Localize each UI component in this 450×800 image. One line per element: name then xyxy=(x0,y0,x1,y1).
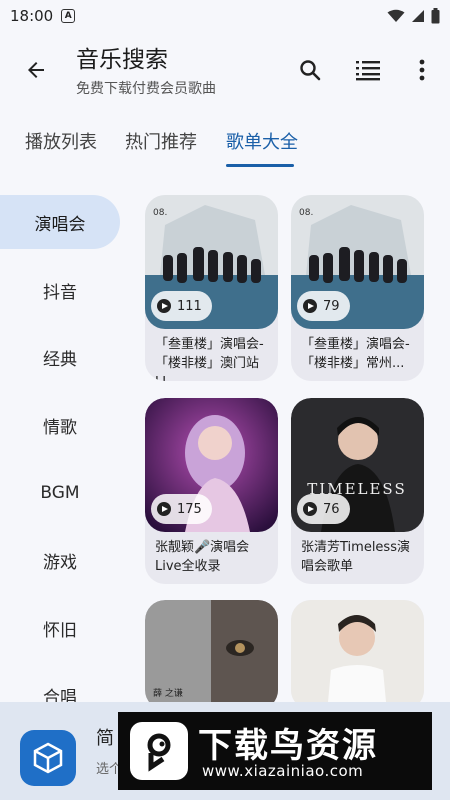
watermark: 下载鸟资源 www.xiazainiao.com xyxy=(118,712,432,790)
tab-playlist[interactable]: 播放列表 xyxy=(25,128,97,154)
bottom-bar-title: 简 xyxy=(96,728,114,749)
category-game[interactable]: 游戏 xyxy=(0,533,120,587)
tab-hot-recommend[interactable]: 热门推荐 xyxy=(125,128,197,154)
signal-icon xyxy=(412,10,424,22)
svg-text:08.: 08. xyxy=(299,208,313,218)
wifi-icon xyxy=(387,9,405,22)
playlist-cover: 175 xyxy=(145,398,278,532)
playlist-title: 「叁重楼」演唱会-「楼非楼」澳门站LI xyxy=(155,337,264,381)
playlist-title: 张靓颖🎤演唱会Live全收录 xyxy=(155,540,250,574)
watermark-title: 下载鸟资源 xyxy=(198,726,378,766)
status-time: 18:00 xyxy=(10,7,54,25)
category-classic[interactable]: 经典 xyxy=(0,330,120,384)
playlist-card[interactable]: 08. 111 「叁重楼」演唱会-「楼非楼」澳门站LI xyxy=(145,195,278,381)
category-sidebar: 演唱会 抖音 经典 情歌 BGM 游戏 怀旧 合唱 xyxy=(0,190,120,710)
search-icon xyxy=(300,60,321,81)
playlist-card[interactable]: 08. 79 「叁重楼」演唱会-「楼非楼」常州... xyxy=(291,195,424,381)
more-options-button[interactable] xyxy=(406,54,438,86)
playlist-card[interactable]: 175 张靓颖🎤演唱会Live全收录 xyxy=(145,398,278,584)
play-icon xyxy=(157,502,171,516)
play-count-badge: 76 xyxy=(297,494,350,524)
play-count: 79 xyxy=(323,298,340,314)
play-icon xyxy=(303,502,317,516)
svg-text:08.: 08. xyxy=(153,208,167,218)
playlist-title: 「叁重楼」演唱会-「楼非楼」常州... xyxy=(301,337,410,371)
svg-text:薛 之谦: 薛 之谦 xyxy=(153,687,183,699)
cube-icon xyxy=(33,742,63,774)
play-icon xyxy=(157,299,171,313)
page-title: 音乐搜索 xyxy=(76,47,168,73)
playlist-cover xyxy=(291,600,424,710)
playlist-cover: 08. 79 xyxy=(291,195,424,329)
playlist-title: 张清芳Timeless演唱会歌单 xyxy=(301,540,410,574)
watermark-url: www.xiazainiao.com xyxy=(202,762,364,780)
playlist-card[interactable] xyxy=(291,600,424,710)
search-button[interactable] xyxy=(294,54,326,86)
playlist-card[interactable]: 薛 之谦 xyxy=(145,600,278,710)
tab-playlist-collection[interactable]: 歌单大全 xyxy=(226,128,298,154)
singer-cover-image xyxy=(291,600,424,710)
battery-icon xyxy=(431,8,440,24)
play-count: 175 xyxy=(177,501,202,517)
tab-bar: 播放列表 热门推荐 歌单大全 xyxy=(0,112,450,168)
play-icon xyxy=(303,299,317,313)
playlist-cover: TIMELESS 76 xyxy=(291,398,424,532)
more-vert-icon xyxy=(419,59,425,81)
category-bgm[interactable]: BGM xyxy=(0,466,120,520)
app-icon xyxy=(20,730,76,786)
bird-logo-icon xyxy=(130,722,188,780)
back-button[interactable] xyxy=(18,52,54,88)
page-subtitle: 免费下载付费会员歌曲 xyxy=(76,81,216,97)
queue-list-icon xyxy=(356,61,380,81)
playlist-cover: 薛 之谦 xyxy=(145,600,278,710)
notification-icon: A xyxy=(61,9,76,23)
category-concert[interactable]: 演唱会 xyxy=(0,195,120,249)
play-count: 76 xyxy=(323,501,340,517)
play-count-badge: 111 xyxy=(151,291,212,321)
playlist-button[interactable] xyxy=(352,54,384,86)
app-bar: 音乐搜索 免费下载付费会员歌曲 xyxy=(0,32,450,112)
playlist-cover: 08. 111 xyxy=(145,195,278,329)
category-nostalgia[interactable]: 怀旧 xyxy=(0,601,120,655)
category-love-songs[interactable]: 情歌 xyxy=(0,398,120,452)
tab-indicator xyxy=(226,164,294,167)
play-count-badge: 175 xyxy=(151,494,212,524)
playlist-card[interactable]: TIMELESS 76 张清芳Timeless演唱会歌单 xyxy=(291,398,424,584)
category-douyin[interactable]: 抖音 xyxy=(0,263,120,317)
arrow-back-icon xyxy=(28,62,44,78)
face-cover-image: 薛 之谦 xyxy=(145,600,278,710)
play-count-badge: 79 xyxy=(297,291,350,321)
status-bar: 18:00 A xyxy=(0,0,450,32)
play-count: 111 xyxy=(177,298,202,314)
